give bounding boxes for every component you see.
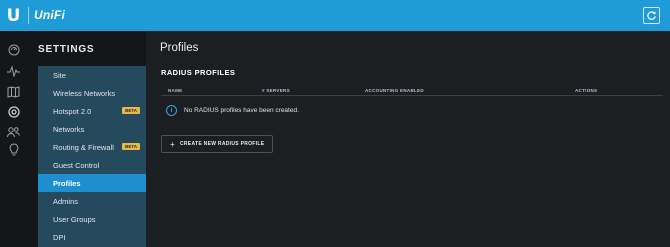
- menu-item-profiles[interactable]: Profiles: [38, 174, 153, 192]
- plus-icon: +: [170, 139, 175, 149]
- statistics-icon[interactable]: [7, 64, 20, 77]
- map-icon[interactable]: [7, 85, 20, 98]
- clients-icon[interactable]: [7, 125, 20, 138]
- menu-item-label: Routing & Firewall: [53, 142, 114, 152]
- settings-menu: Site Wireless Networks Hotspot 2.0 BETA …: [38, 66, 153, 247]
- menu-item-label: Admins: [53, 196, 79, 206]
- create-radius-profile-button[interactable]: + CREATE NEW RADIUS PROFILE: [161, 135, 273, 153]
- column-header-name[interactable]: NAME: [168, 88, 182, 93]
- refresh-icon: [647, 11, 656, 20]
- menu-item-label: Site: [53, 70, 66, 80]
- empty-state-message: i No RADIUS profiles have been created.: [166, 105, 299, 116]
- table-header-divider: [161, 95, 663, 96]
- brand-name[interactable]: UniFi: [34, 8, 65, 22]
- menu-item-label: Hotspot 2.0: [53, 106, 92, 116]
- insights-icon[interactable]: [7, 143, 20, 156]
- menu-item-hotspot[interactable]: Hotspot 2.0 BETA: [38, 102, 146, 120]
- page-title: Profiles: [160, 42, 199, 54]
- top-divider: [28, 7, 29, 24]
- menu-item-admins[interactable]: Admins: [38, 192, 146, 210]
- devices-icon[interactable]: [7, 105, 20, 118]
- menu-item-networks[interactable]: Networks: [38, 120, 146, 138]
- beta-badge: BETA: [122, 143, 140, 150]
- section-title: RADIUS PROFILES: [161, 68, 236, 77]
- menu-item-label: Networks: [53, 124, 85, 134]
- create-button-label: CREATE NEW RADIUS PROFILE: [179, 141, 265, 147]
- ubiquiti-logo-icon[interactable]: U: [0, 0, 27, 31]
- beta-badge: BETA: [122, 107, 140, 114]
- top-bar: U UniFi: [0, 0, 670, 31]
- column-header-actions: ACTIONS: [575, 88, 598, 93]
- menu-item-label: User Groups: [53, 214, 96, 224]
- menu-item-guest-control[interactable]: Guest Control: [38, 156, 146, 174]
- menu-item-label: Wireless Networks: [53, 88, 116, 98]
- dashboard-icon[interactable]: [7, 43, 20, 56]
- menu-item-site[interactable]: Site: [38, 66, 146, 84]
- menu-item-user-groups[interactable]: User Groups: [38, 210, 146, 228]
- settings-title: SETTINGS: [38, 44, 95, 55]
- menu-item-wireless-networks[interactable]: Wireless Networks: [38, 84, 146, 102]
- logo-glyph: U: [6, 5, 21, 26]
- menu-item-label: Guest Control: [53, 160, 100, 170]
- info-icon: i: [166, 105, 177, 116]
- column-header-accounting[interactable]: ACCOUNTING ENABLED: [365, 88, 424, 93]
- refresh-button[interactable]: [643, 7, 660, 24]
- menu-item-routing-firewall[interactable]: Routing & Firewall BETA: [38, 138, 146, 156]
- menu-item-dpi[interactable]: DPI: [38, 228, 146, 246]
- menu-item-label: Profiles: [53, 178, 81, 188]
- menu-item-label: DPI: [53, 232, 66, 242]
- empty-state-text: No RADIUS profiles have been created.: [184, 107, 299, 114]
- column-header-servers[interactable]: # SERVERS: [262, 88, 290, 93]
